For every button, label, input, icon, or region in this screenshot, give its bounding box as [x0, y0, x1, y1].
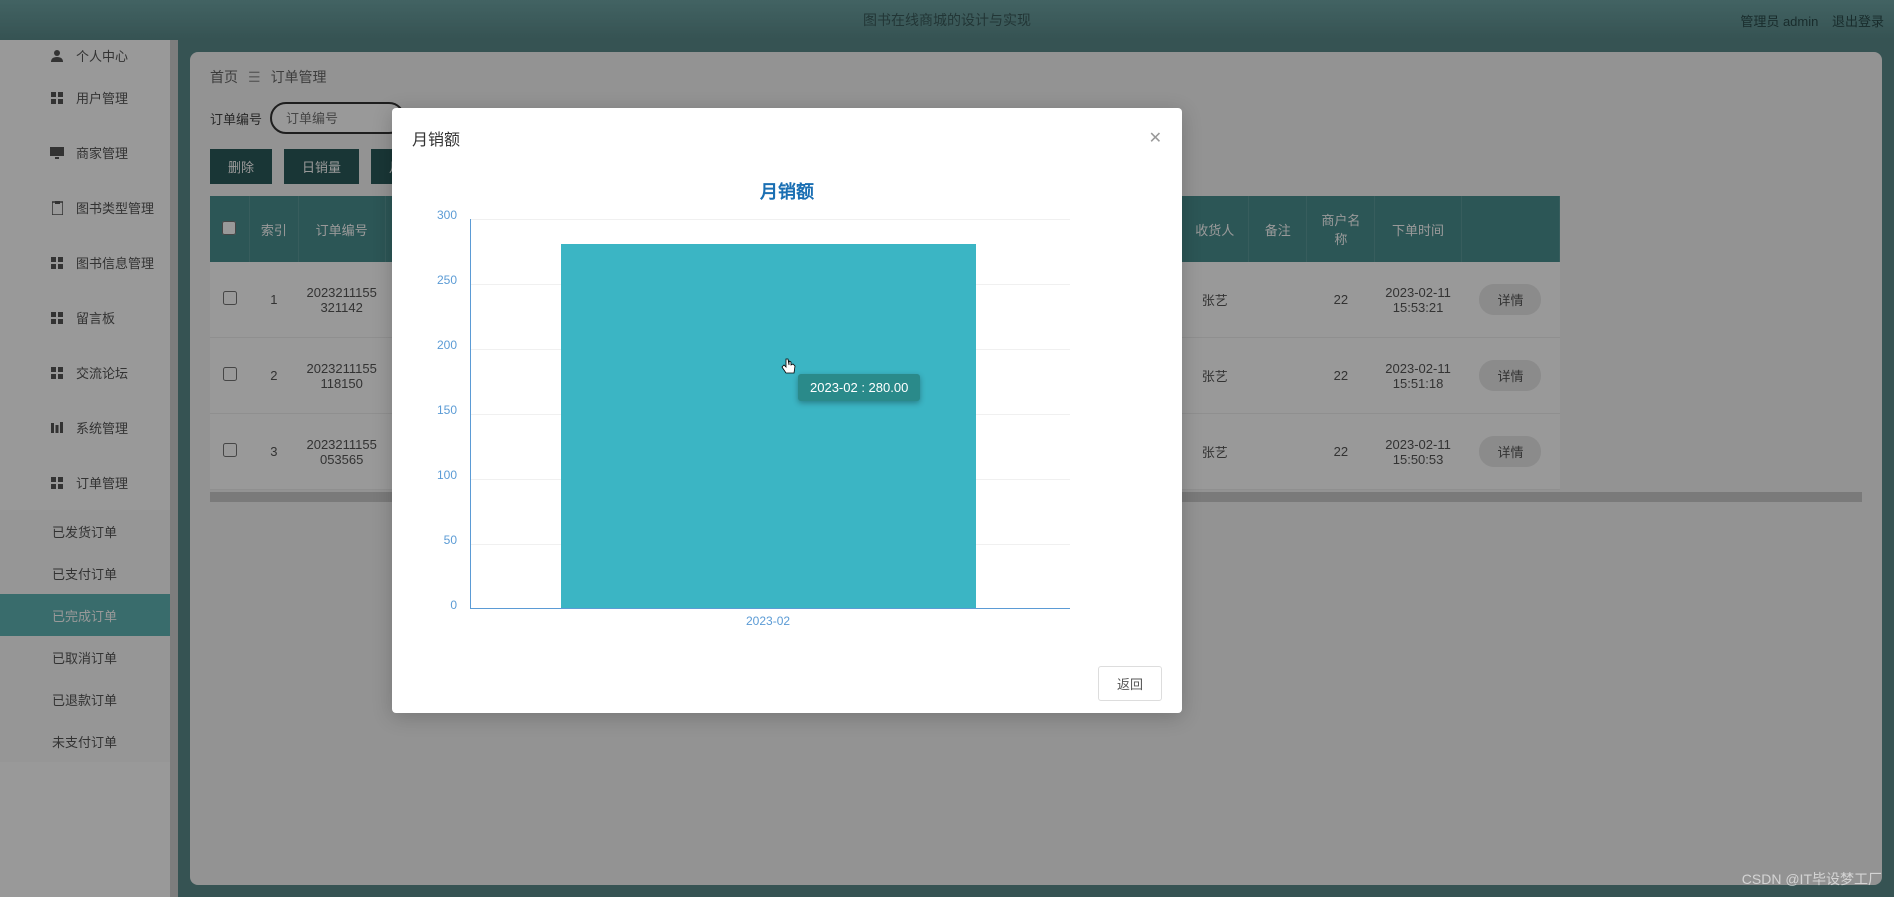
close-icon[interactable]: ✕ — [1149, 128, 1162, 148]
chart-bar[interactable] — [561, 244, 976, 608]
y-tick: 250 — [417, 273, 457, 287]
chart-title: 月销额 — [412, 178, 1162, 204]
chart-tooltip: 2023-02 : 280.00 — [798, 374, 920, 401]
modal-header: 月销额 ✕ — [392, 108, 1182, 168]
modal-footer: 返回 — [392, 654, 1182, 713]
plot-area: 2023-02 2023-02 : 280.00 — [470, 219, 1070, 609]
x-tick-label: 2023-02 — [746, 614, 790, 628]
y-tick: 100 — [417, 468, 457, 482]
cursor-hand-icon — [781, 357, 797, 375]
y-tick: 0 — [417, 598, 457, 612]
watermark: CSDN @IT毕设梦工厂 — [1742, 869, 1882, 889]
y-axis: 300 250 200 150 100 50 0 — [417, 214, 457, 609]
y-tick: 50 — [417, 533, 457, 547]
y-tick: 300 — [417, 208, 457, 222]
y-tick: 200 — [417, 338, 457, 352]
modal-title: 月销额 — [412, 126, 460, 150]
chart-area: 300 250 200 150 100 50 0 2023-02 2023-02… — [462, 214, 1162, 634]
return-button[interactable]: 返回 — [1098, 666, 1162, 701]
modal-body: 月销额 300 250 200 150 100 50 0 2023-02 20 — [392, 168, 1182, 654]
y-tick: 150 — [417, 403, 457, 417]
monthly-sales-modal: 月销额 ✕ 月销额 300 250 200 150 100 50 0 — [392, 108, 1182, 713]
